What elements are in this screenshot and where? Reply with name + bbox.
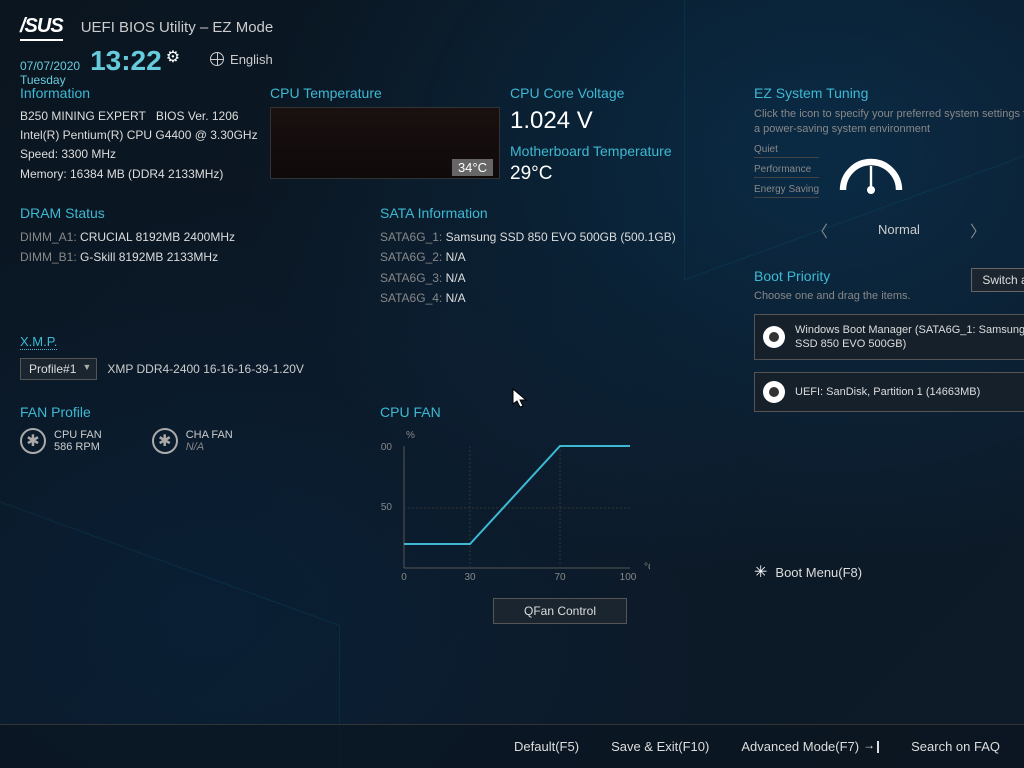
date-value: 07/07/2020 bbox=[20, 59, 80, 73]
boot-priority-description: Choose one and drag the items. bbox=[754, 290, 911, 302]
sata-port-4: SATA6G_4: N/A bbox=[380, 288, 730, 308]
memory-info: Memory: 16384 MB (DDR4 2133MHz) bbox=[20, 165, 260, 184]
voltage-title: CPU Core Voltage bbox=[510, 85, 740, 101]
boot-item-1-label: Windows Boot Manager (SATA6G_1: Samsung … bbox=[795, 323, 1024, 352]
tuning-current-mode: Normal bbox=[878, 222, 920, 237]
sata-port-2: SATA6G_2: N/A bbox=[380, 247, 730, 267]
advanced-mode-label: Advanced Mode(F7) bbox=[741, 739, 859, 754]
fan-profile-title: FAN Profile bbox=[20, 404, 370, 420]
cha-fan-item[interactable]: CHA FANN/A bbox=[152, 428, 233, 454]
boot-menu-button[interactable]: ✳ Boot Menu(F8) bbox=[754, 562, 1024, 582]
cpu-temp-value: 34°C bbox=[452, 159, 493, 176]
voltage-value: 1.024 V bbox=[510, 107, 740, 135]
qfan-control-button[interactable]: QFan Control bbox=[493, 598, 627, 624]
cha-fan-text: CHA FANN/A bbox=[186, 429, 233, 453]
sata-title: SATA Information bbox=[380, 205, 730, 221]
xmp-profile-select[interactable]: Profile#1 bbox=[20, 358, 97, 380]
cpu-fan-chart-panel: CPU FAN % 100 50 0 30 70 bbox=[380, 404, 740, 624]
voltage-panel: CPU Core Voltage 1.024 V Motherboard Tem… bbox=[510, 85, 740, 185]
svg-text:%: % bbox=[406, 430, 415, 441]
sparkle-icon: ✳ bbox=[754, 562, 767, 582]
cpu-fan-chart-title: CPU FAN bbox=[380, 404, 740, 420]
tuning-gauge-icon[interactable] bbox=[831, 144, 911, 204]
sata-information-panel: SATA Information SATA6G_1: Samsung SSD 8… bbox=[380, 205, 730, 309]
cpu-info: Intel(R) Pentium(R) CPU G4400 @ 3.30GHz bbox=[20, 126, 260, 145]
page-title: UEFI BIOS Utility – EZ Mode bbox=[81, 19, 274, 36]
boot-item-1[interactable]: Windows Boot Manager (SATA6G_1: Samsung … bbox=[754, 314, 1024, 361]
sata-port-1: SATA6G_1: Samsung SSD 850 EVO 500GB (500… bbox=[380, 227, 730, 247]
tuning-mode-energy: Energy Saving bbox=[754, 184, 819, 198]
ez-system-tuning-panel: EZ System Tuning Click the icon to speci… bbox=[754, 85, 1024, 242]
fan-icon bbox=[152, 428, 178, 454]
tuning-mode-performance: Performance bbox=[754, 164, 819, 178]
disk-icon bbox=[763, 326, 785, 348]
boot-priority-title: Boot Priority bbox=[754, 268, 911, 284]
dram-title: DRAM Status bbox=[20, 205, 370, 221]
default-button[interactable]: Default(F5) bbox=[514, 739, 579, 754]
information-title: Information bbox=[20, 85, 260, 101]
language-label: English bbox=[230, 52, 273, 67]
tuning-mode-quiet: Quiet bbox=[754, 144, 819, 158]
information-panel: Information B250 MINING EXPERT BIOS Ver.… bbox=[20, 85, 260, 185]
advanced-mode-button[interactable]: Advanced Mode(F7) bbox=[741, 739, 879, 754]
xmp-description: XMP DDR4-2400 16-16-16-39-1.20V bbox=[107, 362, 304, 376]
xmp-title: X.M.P. bbox=[20, 334, 57, 350]
cpu-fan-item[interactable]: CPU FAN586 RPM bbox=[20, 428, 102, 454]
tuning-next-arrow[interactable]: 〉 bbox=[970, 218, 986, 242]
cpu-temp-graph: 34°C bbox=[270, 107, 500, 179]
advanced-mode-icon bbox=[865, 741, 879, 753]
sata-port-3: SATA6G_3: N/A bbox=[380, 268, 730, 288]
xmp-panel: X.M.P. Profile#1 XMP DDR4-2400 16-16-16-… bbox=[20, 333, 740, 380]
search-faq-button[interactable]: Search on FAQ bbox=[911, 739, 1000, 754]
asus-logo: /SUS bbox=[20, 15, 63, 41]
fan-icon bbox=[20, 428, 46, 454]
datetime-row: 07/07/2020 Tuesday 13:22 ⚙ English bbox=[0, 45, 1024, 85]
boot-priority-panel: Boot Priority Choose one and drag the it… bbox=[754, 268, 1024, 583]
mb-temp-title: Motherboard Temperature bbox=[510, 143, 740, 159]
board-info: B250 MINING EXPERT BIOS Ver. 1206 bbox=[20, 107, 260, 126]
fan-profile-panel: FAN Profile CPU FAN586 RPM CHA FANN/A bbox=[20, 404, 370, 624]
language-selector[interactable]: English bbox=[210, 52, 273, 67]
svg-text:°C: °C bbox=[644, 562, 650, 573]
svg-text:100: 100 bbox=[380, 442, 392, 453]
cpu-fan-text: CPU FAN586 RPM bbox=[54, 429, 102, 453]
svg-text:70: 70 bbox=[554, 572, 566, 583]
fan-curve-chart: % 100 50 0 30 70 100 °C bbox=[380, 428, 650, 588]
ez-tuning-description: Click the icon to specify your preferred… bbox=[754, 107, 1024, 138]
date-display: 07/07/2020 Tuesday bbox=[20, 59, 80, 87]
ez-tuning-title: EZ System Tuning bbox=[754, 85, 1024, 101]
mb-temp-value: 29°C bbox=[510, 163, 740, 185]
svg-text:100: 100 bbox=[620, 572, 637, 583]
disk-icon bbox=[763, 381, 785, 403]
boot-item-2-label: UEFI: SanDisk, Partition 1 (14663MB) bbox=[795, 385, 980, 399]
boot-menu-label: Boot Menu(F8) bbox=[775, 565, 862, 580]
switch-all-button[interactable]: Switch all bbox=[971, 268, 1024, 292]
cpu-temperature-panel: CPU Temperature 34°C bbox=[270, 85, 500, 185]
tuning-prev-arrow[interactable]: 〈 bbox=[812, 218, 828, 242]
svg-text:50: 50 bbox=[381, 502, 393, 513]
speed-info: Speed: 3300 MHz bbox=[20, 145, 260, 164]
boot-item-2[interactable]: UEFI: SanDisk, Partition 1 (14663MB) ⠿ bbox=[754, 372, 1024, 412]
save-exit-button[interactable]: Save & Exit(F10) bbox=[611, 739, 709, 754]
dram-status-panel: DRAM Status DIMM_A1: CRUCIAL 8192MB 2400… bbox=[20, 205, 370, 309]
time-display: 13:22 bbox=[90, 45, 162, 77]
svg-text:0: 0 bbox=[401, 572, 407, 583]
header-bar: /SUS UEFI BIOS Utility – EZ Mode bbox=[0, 0, 1024, 45]
tuning-mode-list: Quiet Performance Energy Saving bbox=[754, 144, 819, 198]
dimm-a1: DIMM_A1: CRUCIAL 8192MB 2400MHz bbox=[20, 227, 370, 247]
svg-text:30: 30 bbox=[464, 572, 476, 583]
dimm-b1: DIMM_B1: G-Skill 8192MB 2133MHz bbox=[20, 247, 370, 267]
settings-gear-icon[interactable]: ⚙ bbox=[166, 47, 180, 67]
globe-icon bbox=[210, 52, 224, 66]
cpu-temp-title: CPU Temperature bbox=[270, 85, 500, 101]
footer-bar: Default(F5) Save & Exit(F10) Advanced Mo… bbox=[0, 724, 1024, 768]
